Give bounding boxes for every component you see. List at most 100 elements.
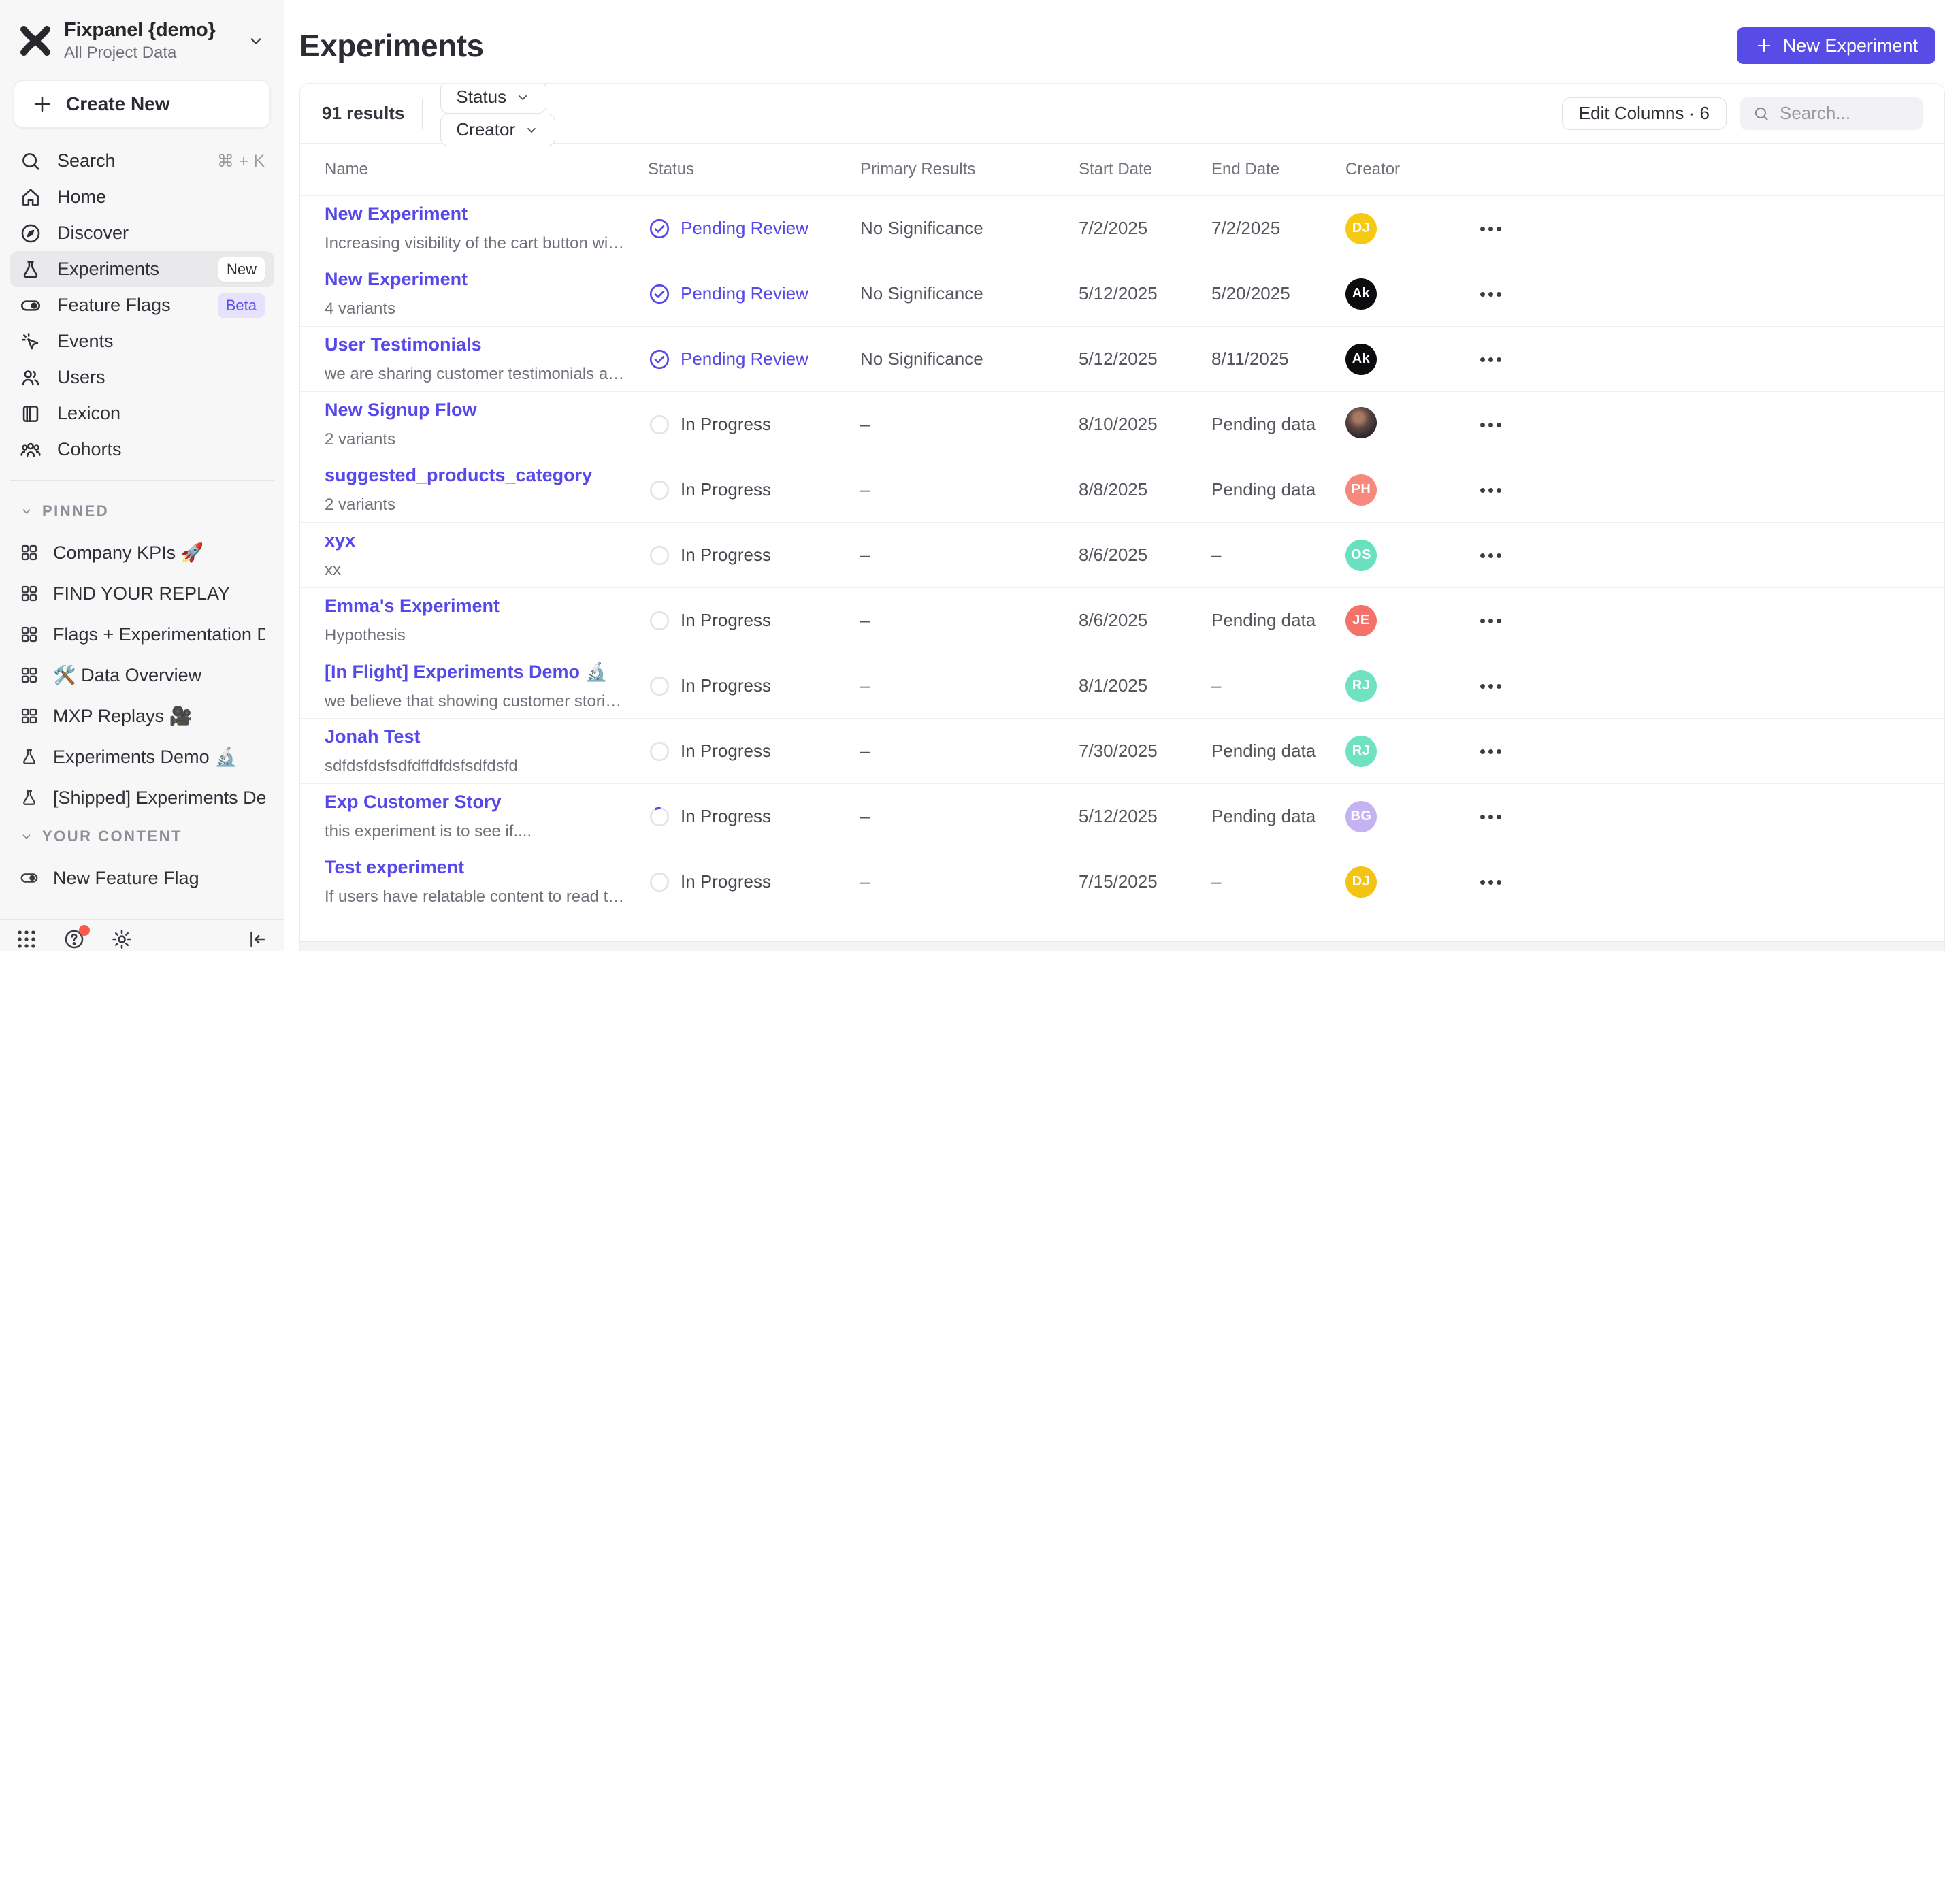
- collapse-sidebar-icon[interactable]: [246, 928, 269, 951]
- table-row[interactable]: Test experiment If users have relatable …: [300, 849, 1944, 914]
- progress-circle-icon: [648, 674, 671, 698]
- column-header-primary-results[interactable]: Primary Results: [860, 160, 1079, 179]
- experiment-name-link[interactable]: Test experiment: [325, 857, 464, 878]
- table-row[interactable]: User Testimonials we are sharing custome…: [300, 326, 1944, 391]
- experiment-name-link[interactable]: Emma's Experiment: [325, 596, 500, 617]
- column-header-start-date[interactable]: Start Date: [1079, 160, 1211, 179]
- chevron-down-icon: [514, 89, 531, 105]
- row-actions-button[interactable]: [1488, 292, 1493, 297]
- table-row[interactable]: New Experiment 4 variants Pending Review…: [300, 261, 1944, 326]
- notification-dot: [79, 925, 90, 936]
- edit-columns-button[interactable]: Edit Columns · 6: [1562, 97, 1727, 130]
- table-body: New Experiment Increasing visibility of …: [300, 195, 1944, 952]
- status-label: Pending Review: [681, 218, 808, 239]
- start-date-value: 5/12/2025: [1079, 806, 1211, 827]
- row-actions-button[interactable]: [1488, 488, 1493, 493]
- start-date-value: 7/2/2025: [1079, 218, 1211, 239]
- end-date-value: 8/11/2025: [1211, 348, 1345, 370]
- experiment-name-link[interactable]: Jonah Test: [325, 726, 421, 747]
- creator-avatar: PH: [1345, 474, 1377, 506]
- experiment-subtitle: 2 variants: [325, 430, 627, 449]
- row-actions-button[interactable]: [1488, 357, 1493, 362]
- chevron-down-icon: [19, 504, 34, 519]
- search-icon: [19, 150, 42, 173]
- workspace-switcher[interactable]: Fixpanel {demo} All Project Data: [0, 0, 284, 67]
- creator-avatar-photo: [1345, 407, 1377, 438]
- column-header-status[interactable]: Status: [648, 160, 860, 179]
- row-actions-button[interactable]: [1488, 553, 1493, 558]
- table-row[interactable]: Emma's Experiment Hypothesis In Progress…: [300, 587, 1944, 653]
- table-search[interactable]: [1740, 97, 1923, 130]
- creator-filter-button[interactable]: Creator: [440, 114, 555, 146]
- row-actions-button[interactable]: [1488, 227, 1493, 231]
- table-row[interactable]: suggested_products_category 2 variants I…: [300, 457, 1944, 522]
- experiment-subtitle: this experiment is to see if....: [325, 822, 627, 841]
- table-toolbar: 91 results StatusCreator Edit Columns · …: [300, 84, 1944, 144]
- row-actions-button[interactable]: [1488, 423, 1493, 427]
- creator-avatar: Ak: [1345, 278, 1377, 310]
- experiment-subtitle: xx: [325, 561, 627, 580]
- table-row[interactable]: Jonah Test sdfdsfdsfsdfdffdfdsfsdfdsfd I…: [300, 718, 1944, 783]
- end-date-value: 5/20/2025: [1211, 283, 1345, 304]
- flask-icon: [19, 258, 42, 281]
- toggle-icon: [19, 294, 42, 317]
- status-label: In Progress: [681, 806, 771, 827]
- column-header-end-date[interactable]: End Date: [1211, 160, 1345, 179]
- apps-grid-icon[interactable]: [15, 928, 38, 951]
- column-header-name[interactable]: Name: [325, 160, 648, 179]
- table-search-input[interactable]: [1780, 103, 1910, 124]
- primary-results-value: –: [860, 610, 1079, 631]
- row-actions-button[interactable]: [1488, 815, 1493, 819]
- row-actions-button[interactable]: [1488, 619, 1493, 623]
- plus-icon: [31, 93, 54, 116]
- board-icon: [19, 665, 39, 685]
- status-label: In Progress: [681, 675, 771, 696]
- cohorts-icon: [19, 438, 42, 461]
- start-date-value: 8/10/2025: [1079, 414, 1211, 435]
- table-row[interactable]: New Experiment Increasing visibility of …: [300, 195, 1944, 261]
- flask-icon: [19, 787, 39, 808]
- status-label: In Progress: [681, 479, 771, 500]
- column-header-creator[interactable]: Creator: [1345, 160, 1468, 179]
- table-row[interactable]: xyx xx In Progress – 8/6/2025 – OS: [300, 522, 1944, 587]
- table-row[interactable]: Exp Customer Story this experiment is to…: [300, 783, 1944, 849]
- experiment-name-link[interactable]: Exp Customer Story: [325, 792, 502, 813]
- experiment-name-link[interactable]: xyx: [325, 530, 355, 551]
- board-icon: [19, 624, 39, 645]
- row-actions-button[interactable]: [1488, 880, 1493, 885]
- home-icon: [19, 186, 42, 209]
- gear-icon[interactable]: [110, 928, 133, 951]
- status-filter-button[interactable]: Status: [440, 83, 546, 114]
- experiment-subtitle: 4 variants: [325, 299, 627, 319]
- end-date-value: Pending data: [1211, 479, 1345, 500]
- board-icon: [19, 706, 39, 726]
- experiment-name-link[interactable]: New Signup Flow: [325, 400, 477, 421]
- end-date-value: Pending data: [1211, 806, 1345, 827]
- experiment-name-link[interactable]: suggested_products_category: [325, 465, 592, 486]
- row-actions-button[interactable]: [1488, 684, 1493, 689]
- experiment-name-link[interactable]: User Testimonials: [325, 334, 482, 355]
- progress-circle-spinner-icon: [648, 805, 671, 828]
- chevron-down-icon: [523, 122, 540, 138]
- creator-avatar: BG: [1345, 801, 1377, 832]
- status-label: Pending Review: [681, 348, 808, 370]
- progress-circle-icon: [648, 478, 671, 502]
- primary-results-value: –: [860, 806, 1079, 827]
- experiment-name-link[interactable]: New Experiment: [325, 269, 468, 290]
- status-label: In Progress: [681, 610, 771, 631]
- table-row[interactable]: New Signup Flow 2 variants In Progress –…: [300, 391, 1944, 457]
- creator-avatar: OS: [1345, 540, 1377, 571]
- users-icon: [19, 366, 42, 389]
- experiment-name-link[interactable]: New Experiment: [325, 204, 468, 225]
- creator-avatar: RJ: [1345, 670, 1377, 702]
- primary-results-value: –: [860, 544, 1079, 566]
- table-row[interactable]: [In Flight] Experiments Demo 🔬 we believ…: [300, 653, 1944, 718]
- events-icon: [19, 330, 42, 353]
- primary-results-value: –: [860, 675, 1079, 696]
- help-icon[interactable]: [63, 928, 86, 951]
- check-circle-icon: [648, 348, 671, 371]
- end-date-value: –: [1211, 675, 1345, 696]
- row-actions-button[interactable]: [1488, 749, 1493, 754]
- start-date-value: 5/12/2025: [1079, 283, 1211, 304]
- experiment-name-link[interactable]: [In Flight] Experiments Demo 🔬: [325, 661, 608, 683]
